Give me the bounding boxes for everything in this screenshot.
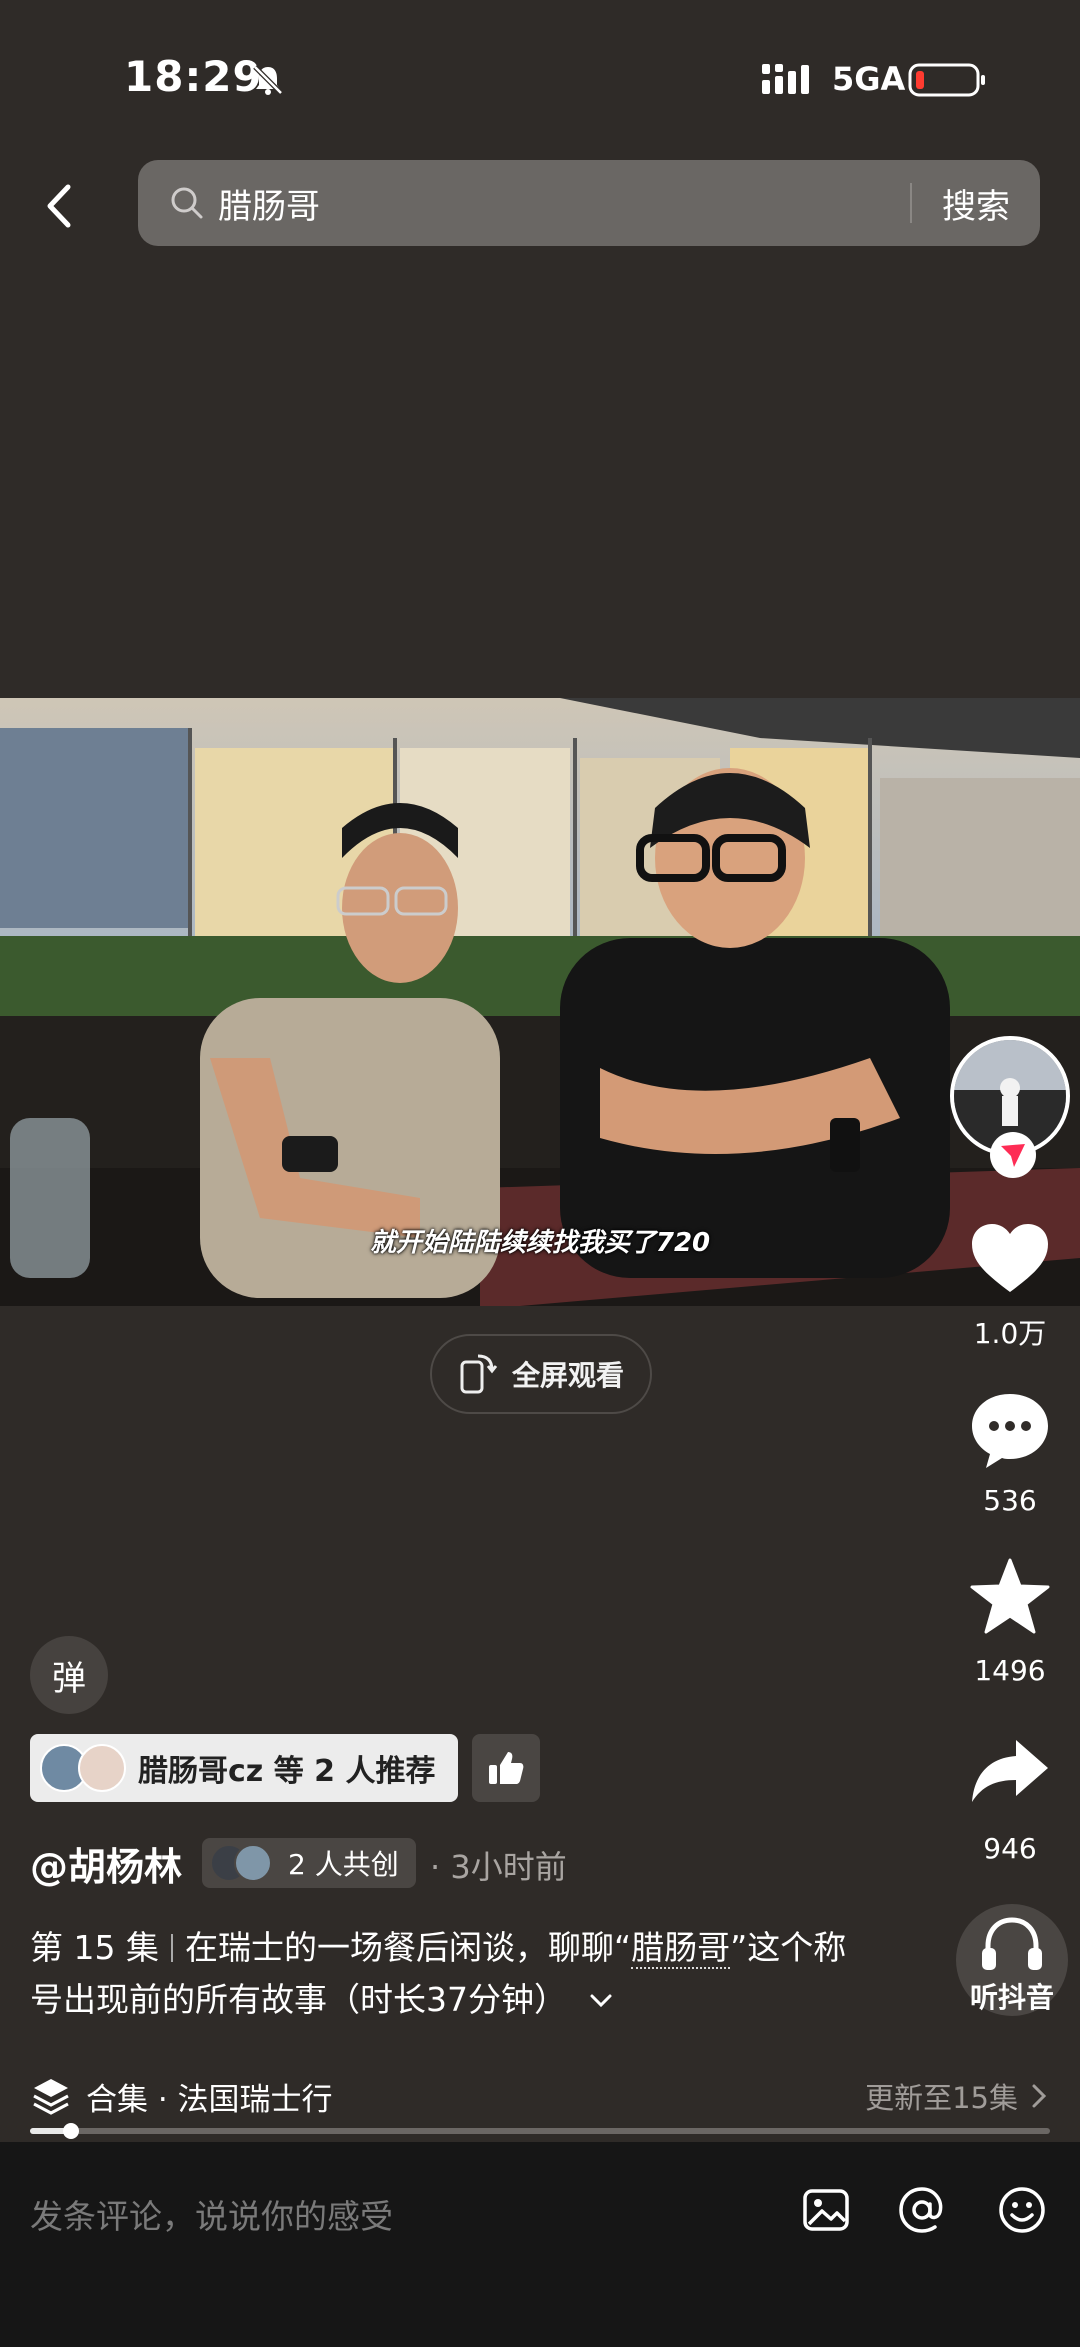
- network-label: 5GA: [832, 60, 906, 98]
- search-input[interactable]: 腊肠哥: [218, 179, 910, 228]
- heart-icon[interactable]: [968, 1216, 1052, 1300]
- video-frame-image: [0, 698, 1080, 1306]
- follow-send-icon: [1001, 1144, 1025, 1167]
- star-icon[interactable]: [968, 1556, 1052, 1640]
- recommend-chip[interactable]: 腊肠哥cz 等 2 人推荐: [30, 1734, 458, 1802]
- co-create-chip[interactable]: 2 人共创: [202, 1838, 416, 1888]
- headphones-icon: [982, 1917, 1042, 1970]
- emoji-icon[interactable]: [996, 2184, 1048, 2236]
- thumbs-up-icon: [489, 1752, 524, 1784]
- recommender-avatars: [36, 1742, 134, 1794]
- comment-bar: [0, 2142, 1080, 2347]
- expand-chevron-icon[interactable]: [588, 1991, 614, 2011]
- video-description[interactable]: 第 15 集在瑞士的一场餐后闲谈，聊聊“腊肠哥”这个称号出现前的所有故事（时长3…: [30, 1922, 870, 2026]
- description-text: 在瑞士的一场餐后闲谈，聊聊“: [184, 1928, 632, 1967]
- comment-input[interactable]: 发条评论，说说你的感受: [30, 2190, 393, 2238]
- chevron-right-icon: [1032, 2084, 1047, 2108]
- rotate-screen-icon: [460, 1354, 498, 1394]
- fullscreen-label: 全屏观看: [511, 1359, 624, 1392]
- keyword-link[interactable]: 腊肠哥: [631, 1928, 731, 1969]
- danmu-toggle[interactable]: 弹: [30, 1636, 108, 1714]
- signal-icon: [762, 64, 809, 94]
- battery-icon: [908, 63, 985, 97]
- follow-button[interactable]: [990, 1132, 1036, 1178]
- search-icon: [171, 187, 203, 219]
- collection-row[interactable]: 合集 · 法国瑞士行 更新至15集: [30, 2072, 1050, 2120]
- collection-title: 合集 · 法国瑞士行: [86, 2081, 333, 2118]
- avatar: [234, 1844, 272, 1882]
- image-icon[interactable]: [800, 2184, 852, 2236]
- recommend-text: 腊肠哥cz 等 2 人推荐: [138, 1754, 436, 1789]
- video-progress-bar[interactable]: [30, 2123, 1050, 2139]
- favorite-count: 1496: [974, 1654, 1046, 1687]
- video-player[interactable]: [0, 698, 1080, 1306]
- like-count: 1.0万: [973, 1317, 1047, 1350]
- layers-icon: [33, 2079, 69, 2115]
- status-time: 18:29: [124, 52, 263, 101]
- search-bar[interactable]: 腊肠哥 搜索: [138, 160, 1040, 246]
- author-name[interactable]: @胡杨林: [30, 1836, 182, 1891]
- co-create-label: 2 人共创: [288, 1848, 399, 1881]
- avatar: [78, 1744, 126, 1792]
- video-subtitle: 就开始陆陆续续找我买了720: [369, 1228, 711, 1258]
- share-icon[interactable]: [968, 1730, 1052, 1814]
- progress-handle[interactable]: [62, 2123, 79, 2139]
- comment-icon[interactable]: [968, 1388, 1052, 1472]
- episode-divider: [170, 1934, 173, 1962]
- thumbs-up-button[interactable]: [472, 1734, 540, 1802]
- search-button[interactable]: 搜索: [942, 179, 1010, 228]
- episode-label: 第 15 集: [30, 1928, 159, 1967]
- back-button[interactable]: [34, 176, 84, 236]
- bell-muted-icon: [253, 65, 283, 95]
- post-time: · 3小时前: [430, 1848, 567, 1886]
- collection-update: 更新至15集: [865, 2081, 1018, 2115]
- fullscreen-button[interactable]: 全屏观看: [430, 1334, 652, 1414]
- chevron-left-icon: [47, 184, 71, 228]
- share-count: 946: [983, 1832, 1037, 1865]
- listen-label: 听抖音: [969, 1981, 1054, 2014]
- search-divider: [910, 183, 912, 223]
- comment-count: 536: [983, 1484, 1037, 1517]
- mention-icon[interactable]: [896, 2184, 948, 2236]
